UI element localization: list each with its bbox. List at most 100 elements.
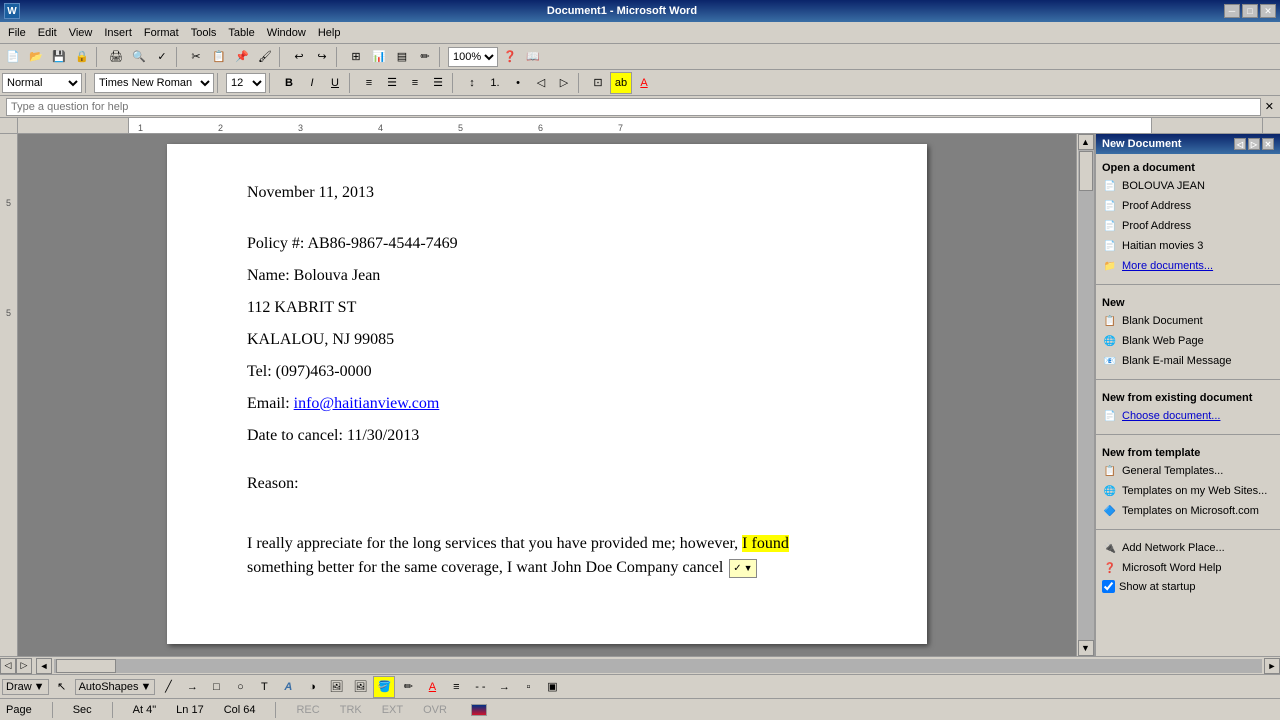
general-templates-link[interactable]: 📋 General Templates... (1102, 461, 1274, 481)
paste-button[interactable]: 📌 (231, 46, 253, 68)
draw-dropdown[interactable]: Draw ▼ (2, 679, 49, 695)
numbering-button[interactable]: 1. (484, 72, 506, 94)
print-preview-button[interactable]: 🔍 (128, 46, 150, 68)
blank-email-link[interactable]: 📧 Blank E-mail Message (1102, 351, 1274, 371)
h-scroll-right-button[interactable]: ► (1264, 658, 1280, 674)
h-scroll-track[interactable] (54, 659, 1262, 673)
menu-format[interactable]: Format (138, 25, 185, 41)
blank-webpage-link[interactable]: 🌐 Blank Web Page (1102, 331, 1274, 351)
choose-document-link[interactable]: 📄 Choose document... (1102, 406, 1274, 426)
open-doc-haitian[interactable]: 📄 Haitian movies 3 (1102, 236, 1274, 256)
autocomplete-down-icon[interactable]: ▼ (744, 562, 753, 576)
format-painter-button[interactable]: 🖌 (254, 46, 276, 68)
open-doc-bolouva[interactable]: 📄 BOLOUVA JEAN (1102, 176, 1274, 196)
wordart-button[interactable]: A (277, 676, 299, 698)
help-input[interactable] (6, 98, 1261, 116)
line-spacing-button[interactable]: ↕ (461, 72, 483, 94)
email-link[interactable]: info@haitianview.com (294, 395, 440, 412)
redo-button[interactable]: ↪ (311, 46, 333, 68)
scroll-up-button[interactable]: ▲ (1078, 134, 1094, 150)
panel-forward-button[interactable]: ▷ (1248, 138, 1260, 150)
zoom-select[interactable]: 100% (448, 47, 498, 67)
image-button[interactable]: 🖼 (349, 676, 371, 698)
columns-button[interactable]: ▤ (391, 46, 413, 68)
diagram-button[interactable]: ◑ (301, 676, 323, 698)
oval-button[interactable]: ○ (229, 676, 251, 698)
drawing-button[interactable]: ✏ (414, 46, 436, 68)
align-left-button[interactable]: ≡ (358, 72, 380, 94)
read-mode-button[interactable]: 📖 (522, 46, 544, 68)
border-button[interactable]: ⊡ (587, 72, 609, 94)
autoshapes-dropdown[interactable]: AutoShapes ▼ (75, 679, 156, 695)
scroll-down-button[interactable]: ▼ (1078, 640, 1094, 656)
save-button[interactable]: 💾 (48, 46, 70, 68)
help-button[interactable]: ❓ (499, 46, 521, 68)
help-close-button[interactable]: ✕ (1265, 100, 1274, 113)
line-color-button[interactable]: ✏ (397, 676, 419, 698)
menu-help[interactable]: Help (312, 25, 347, 41)
scroll-track[interactable] (1078, 150, 1094, 640)
increase-indent-button[interactable]: ▷ (553, 72, 575, 94)
textbox-button[interactable]: T (253, 676, 275, 698)
h-scroll-left-button[interactable]: ◄ (36, 658, 52, 674)
blank-document-link[interactable]: 📋 Blank Document (1102, 311, 1274, 331)
panel-close-button[interactable]: ✕ (1262, 138, 1274, 150)
bold-button[interactable]: B (278, 72, 300, 94)
clipart-button[interactable]: 🖼 (325, 676, 347, 698)
add-network-place-link[interactable]: 🔌 Add Network Place... (1102, 538, 1274, 558)
open-doc-proof-2[interactable]: 📄 Proof Address (1102, 216, 1274, 236)
italic-button[interactable]: I (301, 72, 323, 94)
word-help-link[interactable]: ❓ Microsoft Word Help (1102, 558, 1274, 578)
insert-excel-button[interactable]: 📊 (368, 46, 390, 68)
scroll-thumb[interactable] (1079, 151, 1093, 191)
new-button[interactable]: 📄 (2, 46, 24, 68)
font-select[interactable]: Times New Roman (94, 73, 214, 93)
select-cursor-button[interactable]: ↖ (51, 676, 73, 698)
more-documents-link[interactable]: 📁 More documents... (1102, 256, 1274, 276)
panel-back-button[interactable]: ◁ (1234, 138, 1246, 150)
prev-page-button[interactable]: ◁ (0, 658, 16, 674)
3d-button[interactable]: ▣ (541, 676, 563, 698)
font-color-button[interactable]: A (633, 72, 655, 94)
menu-insert[interactable]: Insert (98, 25, 138, 41)
bullets-button[interactable]: • (507, 72, 529, 94)
arrow-style-button[interactable]: → (493, 676, 515, 698)
menu-tools[interactable]: Tools (185, 25, 223, 41)
copy-button[interactable]: 📋 (208, 46, 230, 68)
maximize-button[interactable]: □ (1242, 4, 1258, 18)
line-button[interactable]: ╱ (157, 676, 179, 698)
rectangle-button[interactable]: □ (205, 676, 227, 698)
fill-color-button[interactable]: 🪣 (373, 676, 395, 698)
align-center-button[interactable]: ☰ (381, 72, 403, 94)
align-right-button[interactable]: ≡ (404, 72, 426, 94)
style-select[interactable]: Normal (2, 73, 82, 93)
undo-button[interactable]: ↩ (288, 46, 310, 68)
menu-table[interactable]: Table (222, 25, 260, 41)
line-style-button[interactable]: ≡ (445, 676, 467, 698)
cut-button[interactable]: ✂ (185, 46, 207, 68)
ms-templates-link[interactable]: 🔷 Templates on Microsoft.com (1102, 501, 1274, 521)
size-select[interactable]: 12 (226, 73, 266, 93)
arrow-button[interactable]: → (181, 676, 203, 698)
next-page-button[interactable]: ▷ (16, 658, 32, 674)
permission-button[interactable]: 🔒 (71, 46, 93, 68)
menu-window[interactable]: Window (261, 25, 312, 41)
autocomplete-popup[interactable]: ✓ ▼ (729, 559, 756, 578)
menu-edit[interactable]: Edit (32, 25, 63, 41)
open-doc-proof-1[interactable]: 📄 Proof Address (1102, 196, 1274, 216)
print-button[interactable]: 🖨 (105, 46, 127, 68)
underline-button[interactable]: U (324, 72, 346, 94)
menu-view[interactable]: View (63, 25, 99, 41)
highlight-button[interactable]: ab (610, 72, 632, 94)
close-button[interactable]: ✕ (1260, 4, 1276, 18)
web-templates-link[interactable]: 🌐 Templates on my Web Sites... (1102, 481, 1274, 501)
show-at-startup-checkbox[interactable] (1102, 580, 1115, 593)
insert-table-button[interactable]: ⊞ (345, 46, 367, 68)
dash-style-button[interactable]: - - (469, 676, 491, 698)
spell-check-button[interactable]: ✓ (151, 46, 173, 68)
h-scroll-thumb[interactable] (56, 659, 116, 673)
decrease-indent-button[interactable]: ◁ (530, 72, 552, 94)
minimize-button[interactable]: ─ (1224, 4, 1240, 18)
menu-file[interactable]: File (2, 25, 32, 41)
open-button[interactable]: 📂 (25, 46, 47, 68)
